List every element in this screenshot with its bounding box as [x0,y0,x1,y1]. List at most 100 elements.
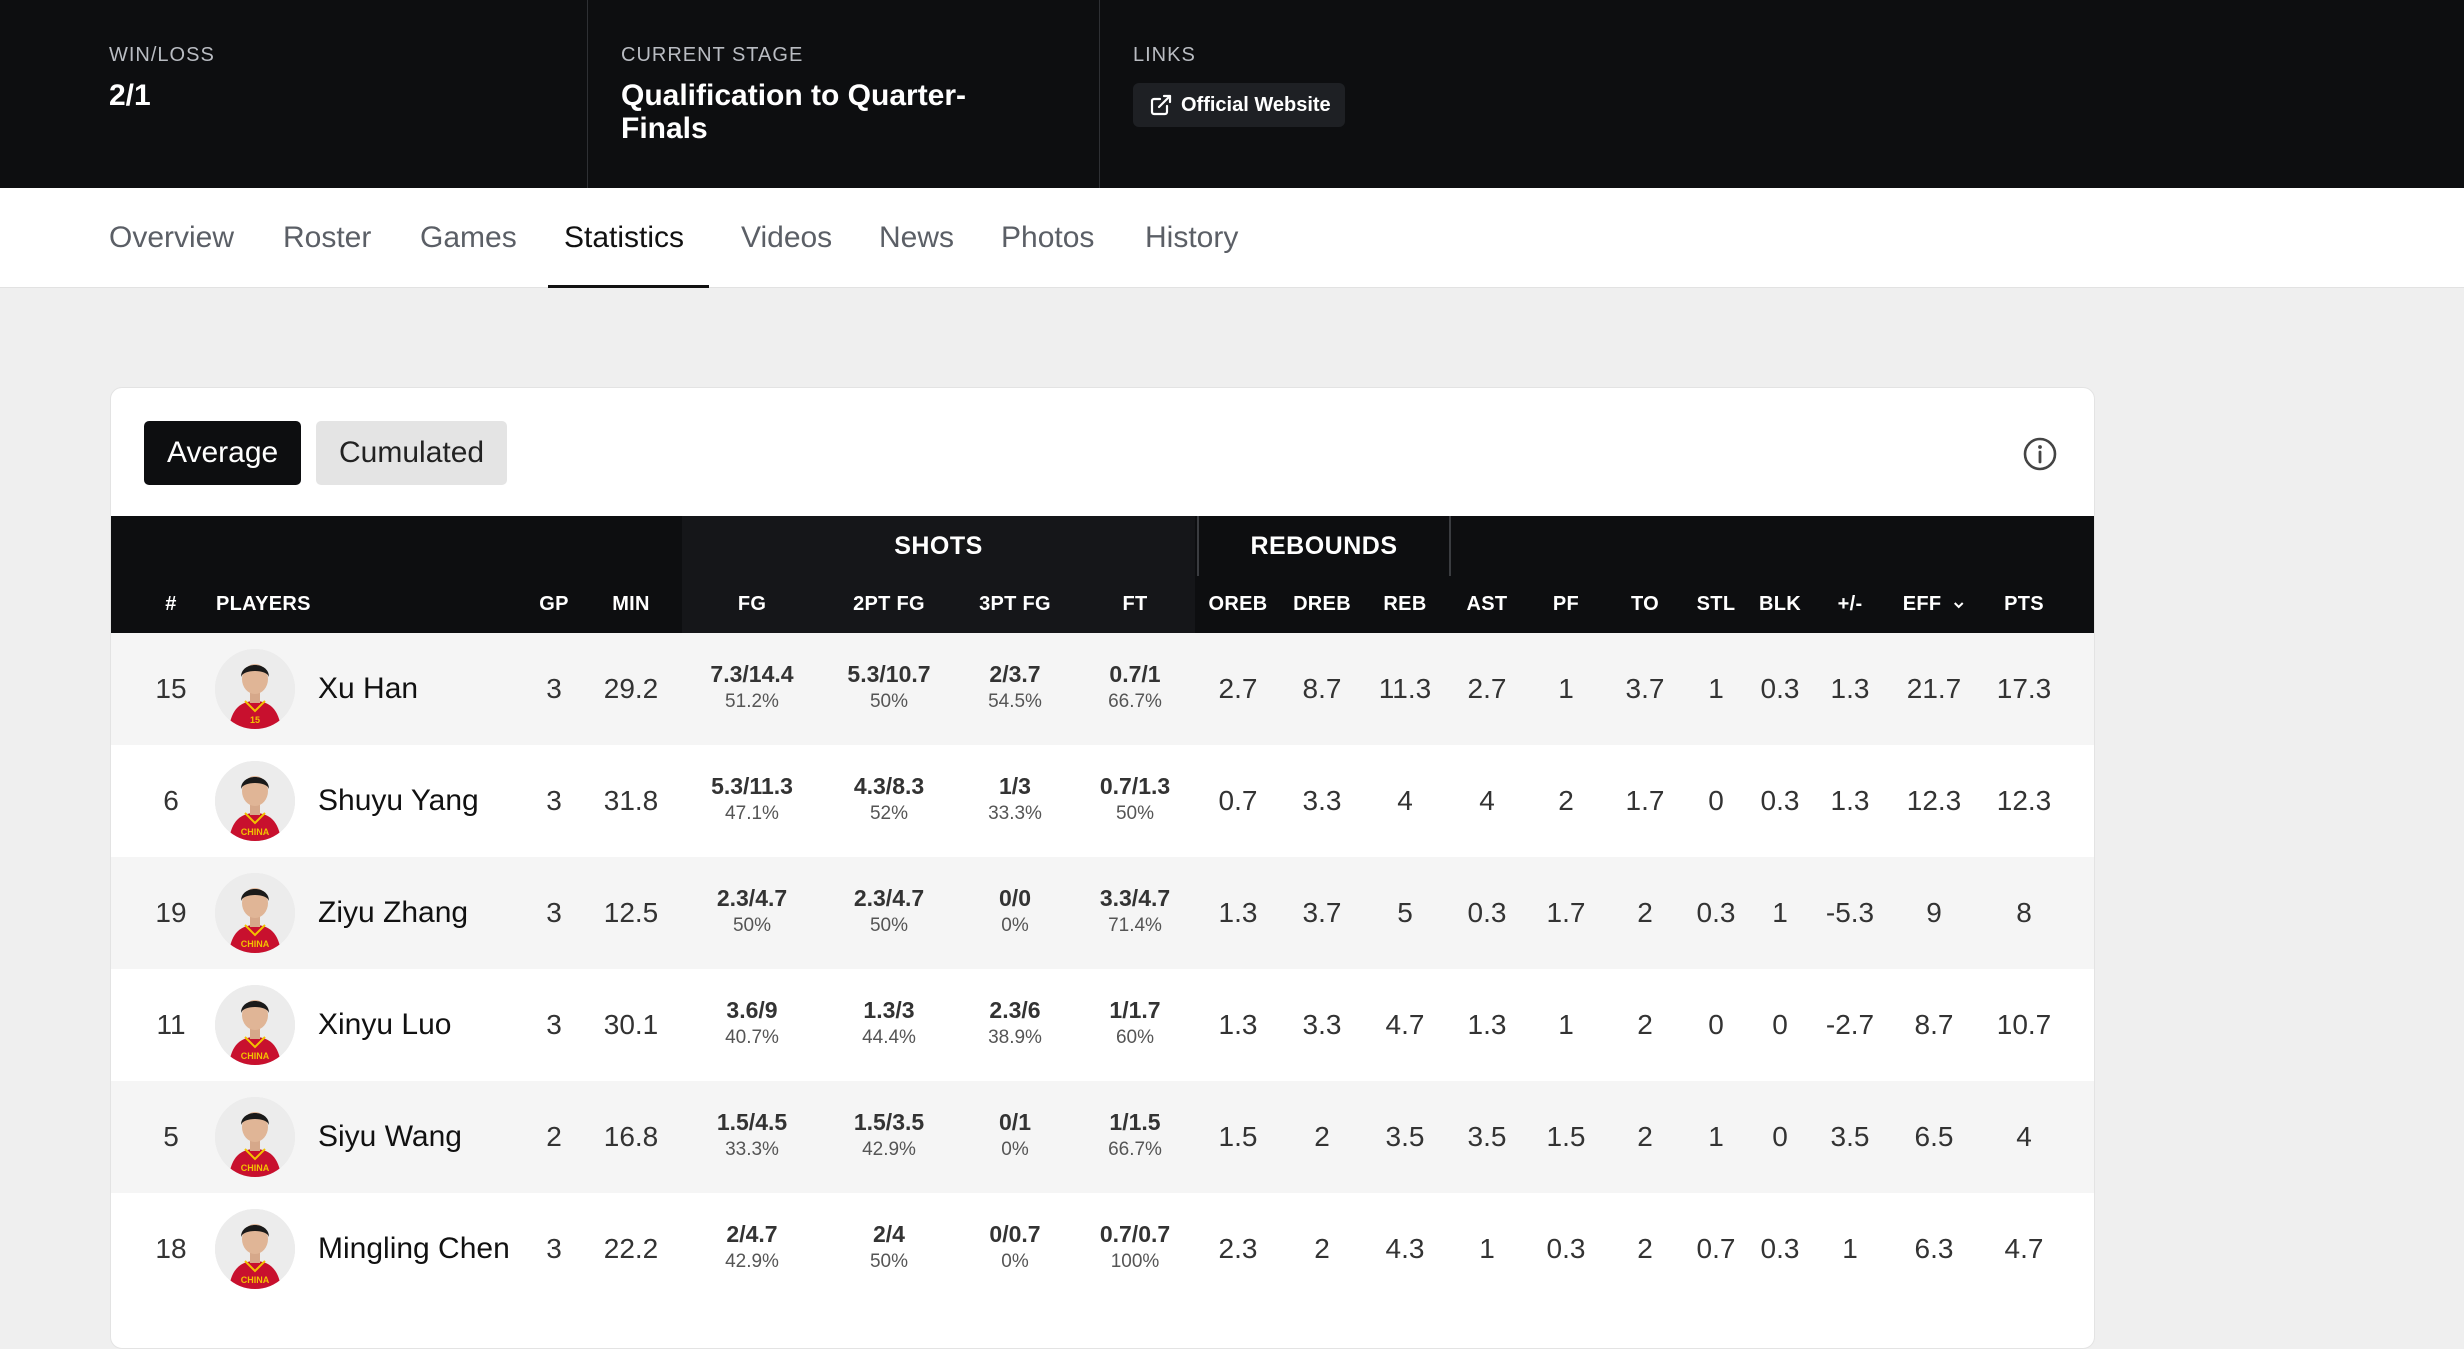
col-reb[interactable]: REB [1383,576,1426,633]
offensive-rebounds-cell: 2.7 [1218,673,1258,704]
col-num: # [165,593,177,615]
team-header: WIN/LOSS 2/1 CURRENT STAGE Qualification… [0,0,2464,188]
free-throws-cell: 0.7/1 66.7% [1108,659,1162,715]
field-goals-percentage: 47.1% [725,803,779,824]
col-to[interactable]: TO [1631,576,1659,633]
free-throws-percentage: 66.7% [1108,1139,1162,1160]
average-toggle[interactable]: Average [144,421,302,485]
three-point-cell: 0/0.7 0% [989,1219,1040,1275]
col-fg[interactable]: FG [738,576,766,633]
player-avatar[interactable]: CHINA [215,1209,295,1289]
field-goals-cell: 1.5/4.5 33.3% [717,1107,787,1163]
table-row[interactable]: 18 3 22.2 2.3 2 4.3 1 0.3 2 0.7 0.3 1 6.3 4.7 2/4.7 4… [111,1193,2094,1305]
field-goals-percentage: 42.9% [725,1251,779,1272]
three-point-percentage: 0% [1001,1251,1029,1272]
col-gp[interactable]: GP [539,576,569,633]
player-avatar[interactable]: CHINA [215,873,295,953]
official-website-label: Official Website [1181,93,1331,116]
stage-block: CURRENT STAGE Qualification to Quarter-F… [588,0,1100,188]
player-avatar[interactable]: CHINA [215,761,295,841]
col-oreb[interactable]: OREB [1209,576,1268,633]
tab-roster[interactable]: Roster [283,188,371,288]
tab-news[interactable]: News [879,188,954,288]
col-ft[interactable]: FT [1122,576,1147,633]
two-point-made-attempted: 2.3/4.7 [853,885,925,911]
table-row[interactable]: 5 2 16.8 1.5 2 3.5 3.5 1.5 2 1 0 3.5 6.5 4 1.5/4.5 33… [111,1081,2094,1193]
field-goals-percentage: 51.2% [725,691,779,712]
games-played-cell: 3 [546,785,562,816]
field-goals-percentage: 40.7% [725,1027,779,1048]
player-name[interactable]: Ziyu Zhang [318,857,468,969]
player-number-cell: 15 [155,673,187,704]
player-avatar[interactable]: 15 [215,649,295,729]
plus-minus-cell: 3.5 [1830,1121,1870,1152]
tab-overview[interactable]: Overview [109,188,234,288]
col-min[interactable]: MIN [612,576,650,633]
cumulated-toggle[interactable]: Cumulated [316,421,508,485]
col-players[interactable]: PLAYERS [216,576,311,633]
player-name[interactable]: Xu Han [318,633,418,745]
defensive-rebounds-cell: 8.7 [1302,673,1342,704]
games-played-cell: 3 [546,1233,562,1264]
player-avatar[interactable]: CHINA [215,1097,295,1177]
col-eff[interactable]: EFF [1903,576,1966,633]
two-point-percentage: 50% [869,691,909,712]
team-tabs: Overview Roster Games Statistics Videos … [0,188,2464,288]
col-dreb[interactable]: DREB [1293,576,1351,633]
three-point-cell: 2/3.7 54.5% [988,659,1042,715]
table-row[interactable]: 19 3 12.5 1.3 3.7 5 0.3 1.7 2 0.3 1 -5.3 9 8 2.3/4.7 … [111,857,2094,969]
two-point-made-attempted: 4.3/8.3 [853,773,925,799]
player-name[interactable]: Shuyu Yang [318,745,479,857]
col-pts[interactable]: PTS [2004,576,2044,633]
two-point-percentage: 42.9% [862,1139,916,1160]
plus-minus-cell: 1 [1842,1233,1858,1264]
turnovers-cell: 2 [1637,1121,1653,1152]
free-throws-made-attempted: 3.3/4.7 [1099,885,1171,911]
minutes-cell: 31.8 [603,785,659,816]
two-point-cell: 4.3/8.3 52% [854,771,924,827]
player-avatar[interactable]: CHINA [215,985,295,1065]
two-point-cell: 1.3/3 44.4% [862,995,916,1051]
two-point-cell: 5.3/10.7 50% [847,659,930,715]
table-row[interactable]: 15 3 29.2 2.7 8.7 11.3 2.7 1 3.7 1 0.3 1.3 21.7 17.3 … [111,633,2094,745]
winloss-label: WIN/LOSS [109,44,215,66]
col-ast[interactable]: AST [1467,576,1508,633]
offensive-rebounds-cell: 0.7 [1218,785,1258,816]
player-name[interactable]: Xinyu Luo [318,969,451,1081]
tab-photos[interactable]: Photos [1001,188,1094,288]
col-stl[interactable]: STL [1697,576,1736,633]
two-point-made-attempted: 1.5/3.5 [853,1109,925,1135]
minutes-cell: 16.8 [603,1121,659,1152]
field-goals-made-attempted: 2/4.7 [726,1221,778,1247]
official-website-link[interactable]: Official Website [1133,83,1345,127]
plus-minus-cell: -2.7 [1825,1009,1875,1040]
tab-videos[interactable]: Videos [741,188,832,288]
points-cell: 12.3 [1996,785,2052,816]
plus-minus-cell: 1.3 [1830,673,1870,704]
player-name[interactable]: Siyu Wang [318,1081,462,1193]
rebounds-cell: 11.3 [1378,673,1432,704]
tab-history[interactable]: History [1145,188,1238,288]
blocks-cell: 0.3 [1760,1233,1800,1264]
col-pf[interactable]: PF [1553,576,1579,633]
col-blk[interactable]: BLK [1759,576,1801,633]
col-plus-minus[interactable]: +/- [1838,576,1863,633]
player-number-cell: 11 [156,1009,186,1040]
tab-games[interactable]: Games [420,188,517,288]
free-throws-cell: 0.7/0.7 100% [1100,1219,1170,1275]
col-2pt-fg[interactable]: 2PT FG [853,576,925,633]
col-eff-label: EFF [1902,593,1942,615]
table-row[interactable]: 6 3 31.8 0.7 3.3 4 4 2 1.7 0 0.3 1.3 12.3 12.3 5.3/11… [111,745,2094,857]
info-icon[interactable] [2022,436,2058,472]
table-row[interactable]: 11 3 30.1 1.3 3.3 4.7 1.3 1 2 0 0 -2.7 8.7 10.7 3.6/9… [111,969,2094,1081]
field-goals-made-attempted: 1.5/4.5 [716,1109,788,1135]
offensive-rebounds-cell: 1.5 [1218,1121,1258,1152]
turnovers-cell: 3.7 [1625,673,1665,704]
blocks-cell: 0 [1772,1121,1788,1152]
free-throws-percentage: 66.7% [1108,691,1162,712]
two-point-made-attempted: 1.3/3 [863,997,915,1023]
tab-statistics[interactable]: Statistics [564,188,684,288]
steals-cell: 0.7 [1696,1233,1736,1264]
player-name[interactable]: Mingling Chen [318,1193,510,1305]
col-3pt-fg[interactable]: 3PT FG [979,576,1051,633]
